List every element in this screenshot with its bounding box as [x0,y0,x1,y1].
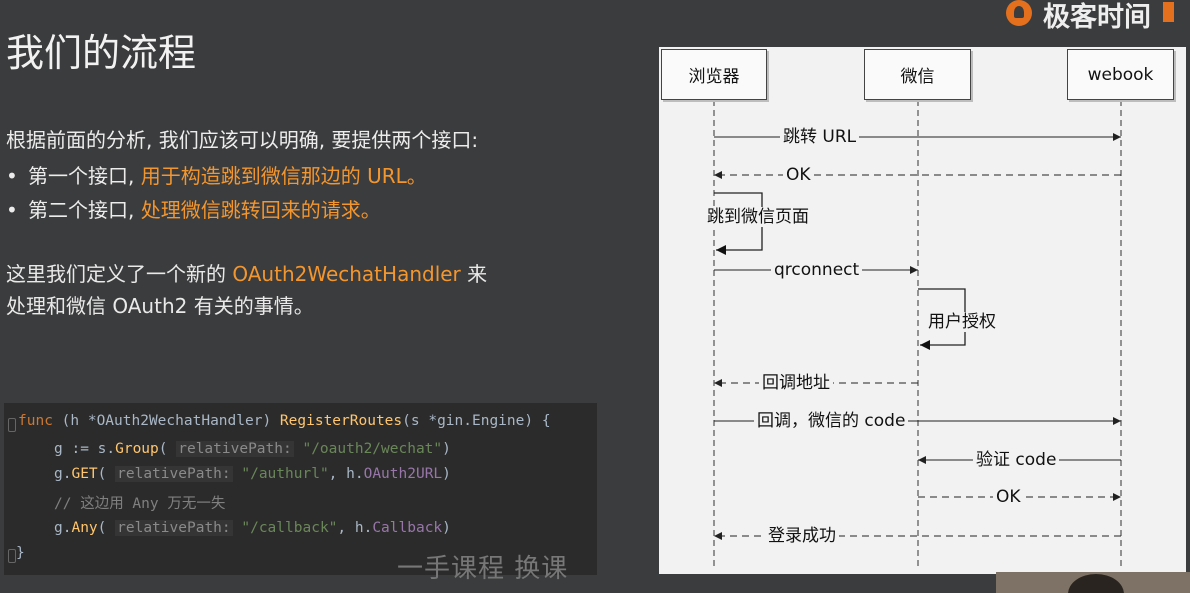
bullet-highlight: 用于构造跳到微信那边的 URL。 [140,164,427,188]
msg-ok-2: OK [993,487,1024,507]
fold-marker-icon [8,418,16,432]
logo-tag [1163,2,1174,22]
code-line-6: } [16,545,25,561]
msg-ok-1: OK [783,165,814,185]
participant-wechat: 微信 [864,49,971,100]
handler-name: OAuth2WechatHandler [232,262,461,286]
msg-qrconnect: qrconnect [771,260,863,280]
watermark: 一手课程 换课 [397,554,569,584]
bullet-dot-icon: • [6,164,18,188]
code-line-5: g.Any( relativePath: "/callback", h.Call… [54,520,451,536]
msg-redirect-url: 跳转 URL [780,127,860,147]
msg-user-authorize: 用户授权 [926,312,998,332]
handler-paragraph-line2: 处理和微信 OAuth2 有关的事情。 [6,294,314,318]
code-line-1: func (h *OAuth2WechatHandler) RegisterRo… [18,413,551,429]
sequence-lines [713,100,1122,570]
brand-name: 极客时间 [1043,2,1151,33]
code-line-4: // 这边用 Any 万无一失 [54,496,226,512]
participant-browser: 浏览器 [661,49,767,100]
sequence-diagram: 浏览器 微信 webook 跳转 URL OK 跳到微信页面 qrconnect… [659,47,1186,574]
presenter-webcam [996,572,1190,593]
presenter-head [1068,574,1124,593]
brand-logo: 极客时间 [1003,0,1190,33]
code-line-3: g.GET( relativePath: "/authurl", h.OAuth… [54,466,451,482]
msg-verify-code: 验证 code [973,450,1060,470]
para-before: 这里我们定义了一个新的 [6,262,233,286]
bullet-dot-icon: • [6,198,18,222]
bullet-prefix: 第二个接口, [28,198,141,222]
logo-mark-icon [1006,0,1032,26]
intro-text: 根据前面的分析, 我们应该可以明确, 要提供两个接口: [6,128,479,152]
participant-webook: webook [1067,49,1174,100]
msg-callback-address: 回调地址 [759,373,833,393]
bullet-highlight: 处理微信跳转回来的请求。 [140,198,381,222]
msg-jump-wechat: 跳到微信页面 [705,207,811,227]
bullet-item-1: • 第一个接口, 用于构造跳到微信那边的 URL。 [6,160,427,189]
bullet-prefix: 第一个接口, [28,164,141,188]
bullet-item-2: • 第二个接口, 处理微信跳转回来的请求。 [6,194,381,223]
handler-paragraph: 这里我们定义了一个新的 OAuth2WechatHandler 来 [6,258,487,287]
fold-marker-icon [8,549,16,563]
code-line-2: g := s.Group( relativePath: "/oauth2/wec… [54,441,451,457]
msg-login-success: 登录成功 [765,526,839,546]
para-after: 来 [460,262,488,286]
msg-callback-code: 回调，微信的 code [754,411,909,431]
page-title: 我们的流程 [6,31,197,75]
